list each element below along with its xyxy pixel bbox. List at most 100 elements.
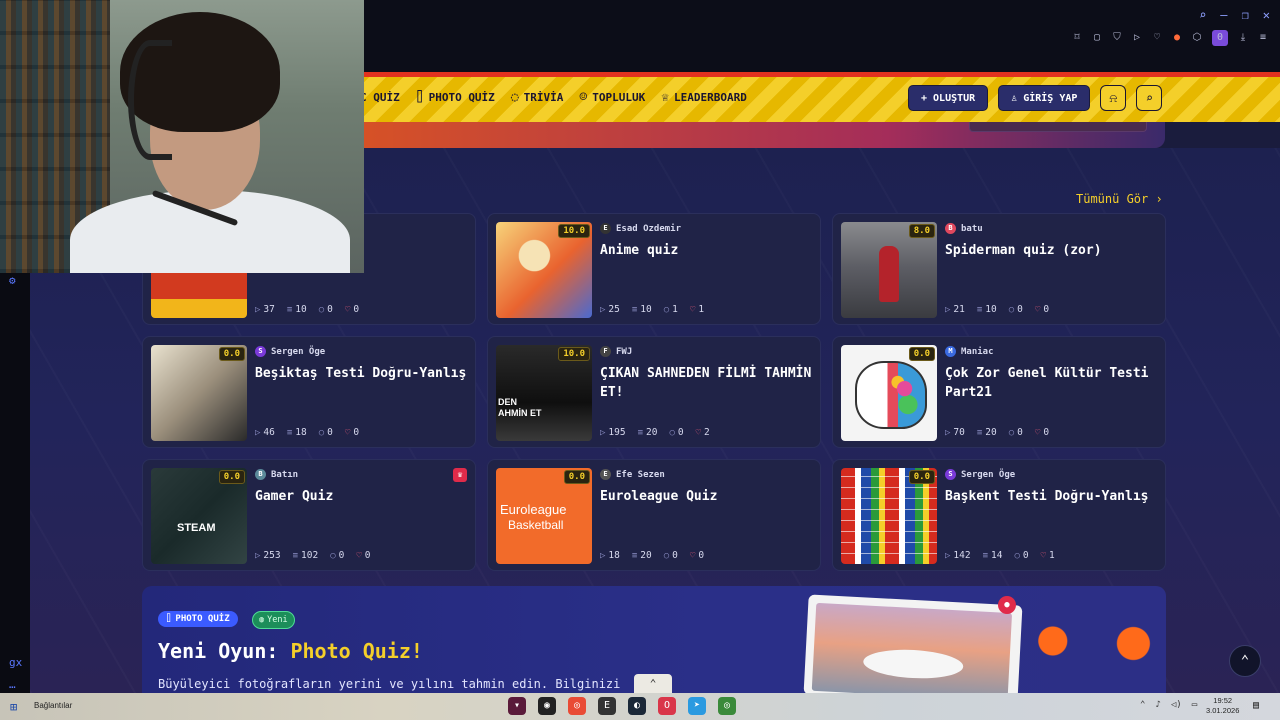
stat-value: 20: [985, 427, 997, 438]
quiz-title[interactable]: Başkent Testi Doğru-Yanlış: [945, 487, 1160, 506]
quiz-title[interactable]: Euroleague Quiz: [600, 487, 815, 506]
opera-gx-icon[interactable]: ◉: [538, 697, 556, 715]
quiz-author[interactable]: M Maniac: [945, 346, 994, 357]
chevron-up-icon[interactable]: ⌃: [1140, 700, 1145, 710]
notifications-button[interactable]: ⍾: [1100, 85, 1127, 111]
chat-icon: ◌: [510, 90, 519, 105]
heart-icon: ♡: [695, 427, 702, 438]
stat-value: 102: [301, 550, 319, 561]
quiz-thumbnail: 0.0 Euroleague Basketball: [496, 468, 592, 564]
stat-value: 0: [1043, 427, 1050, 438]
stat-likes: ♡ 0: [690, 550, 704, 561]
stat-comments: ○ 0: [664, 550, 678, 561]
nav-link-label: PHOTO QUİZ: [428, 91, 495, 104]
network-icon[interactable]: ▭: [1192, 700, 1197, 710]
chrome-alt-icon[interactable]: ◎: [718, 697, 736, 715]
nav-link-photo-quiz[interactable]: ⌷ PHOTO QUİZ: [416, 90, 495, 105]
stat-value: 0: [327, 304, 333, 315]
heart-icon[interactable]: ♡: [1152, 33, 1162, 43]
stat-plays: ▷ 70: [945, 427, 965, 438]
clock[interactable]: 19:52 3.01.2026: [1206, 696, 1239, 716]
microphone-icon[interactable]: ♪: [1155, 700, 1160, 710]
stat-value: 0: [1043, 304, 1050, 315]
chrome-icon[interactable]: ◎: [568, 697, 586, 715]
shield-icon[interactable]: ⛉: [1112, 33, 1122, 43]
nav-link-trivia[interactable]: ◌ TRİVİA: [511, 90, 564, 105]
stat-plays: ▷ 25: [600, 304, 620, 315]
quiz-author[interactable]: E Esad Ozdemir: [600, 223, 681, 234]
nav-link-community[interactable]: ☺ TOPLULUK: [579, 90, 645, 105]
comment-icon: ○: [330, 550, 336, 561]
login-button[interactable]: ♙ GİRİŞ YAP: [998, 85, 1091, 111]
gx-icon[interactable]: gx: [9, 656, 22, 669]
stat-value: 0: [327, 427, 333, 438]
download-icon[interactable]: ⤓: [1238, 33, 1248, 43]
basketball-logo-text: Basketball: [508, 518, 564, 532]
bookmark-icon[interactable]: ⌑: [1072, 33, 1082, 43]
nav-link-quiz[interactable]: C QUİZ: [360, 91, 400, 104]
quiz-author[interactable]: B Batın: [255, 469, 298, 480]
quiz-card[interactable]: 10.0 E Esad Ozdemir Anime quiz ▷ 25 ≡ 10 ○ 1 ♡ 1: [487, 213, 821, 325]
quiz-card[interactable]: 0.0 Euroleague Basketball E Efe Sezen Eurolea…: [487, 459, 821, 571]
quiz-author[interactable]: S Sergen Öge: [945, 469, 1015, 480]
author-name: Maniac: [961, 346, 994, 357]
quiz-author[interactable]: Bbatu: [945, 223, 983, 234]
settings-icon[interactable]: ⚙: [9, 274, 16, 287]
app-icon[interactable]: ▾: [508, 697, 526, 715]
quiz-card[interactable]: 10.0 DEN AHMİN ET F FWJ ÇIKAN SAHNEDEN FİLMİ…: [487, 336, 821, 448]
avatar: B: [255, 469, 266, 480]
screenshot-icon[interactable]: ▢: [1092, 33, 1102, 43]
stat-questions: ≡ 18: [287, 427, 307, 438]
heart-icon: ♡: [344, 427, 351, 438]
quiz-card[interactable]: 0.0 S Sergen Öge Beşiktaş Testi Doğru-Yanlı…: [142, 336, 476, 448]
stat-value: 37: [263, 304, 275, 315]
stat-value: 1: [672, 304, 678, 315]
stat-value: 0: [364, 550, 371, 561]
quiz-title[interactable]: ÇIKAN SAHNEDEN FİLMİ TAHMİN ET!: [600, 364, 815, 402]
quiz-title[interactable]: Gamer Quiz: [255, 487, 470, 506]
quiz-title[interactable]: Spiderman quiz (zor): [945, 241, 1160, 260]
stat-plays: ▷ 253: [255, 550, 281, 561]
windows-start-icon[interactable]: ⊞: [10, 700, 17, 714]
quiz-card[interactable]: 0.0 M Maniac Çok Zor Genel Kültür Testi Par…: [832, 336, 1166, 448]
more-icon[interactable]: …: [9, 678, 16, 691]
quiz-card[interactable]: 8.0 Bbatu Spiderman quiz (zor) ▷ 21 ≡ 10 ○ 0 ♡ 0: [832, 213, 1166, 325]
quiz-stats: ▷ 37 ≡ 10 ○ 0 ♡ 0: [255, 304, 359, 315]
telegram-icon[interactable]: ➤: [688, 697, 706, 715]
see-all-link[interactable]: Tümünü Gör ›: [1076, 192, 1163, 206]
search-button[interactable]: ⌕: [1136, 85, 1163, 111]
create-button[interactable]: + OLUŞTUR: [908, 85, 989, 111]
restore-icon[interactable]: ❐: [1242, 8, 1249, 22]
taskbar: ⊞ Bağlantılar ▾ ◉ ◎ E ◐ O ➤ ◎ ⌃ ♪ ◁) ▭ 1…: [0, 693, 1280, 720]
quiz-title[interactable]: Beşiktaş Testi Doğru-Yanlış: [255, 364, 470, 383]
quiz-card[interactable]: 0.0 STEAM B Batın Gamer Quiz ♛ ▷ 253 ≡ 102 ○ 0 ♡ 0: [142, 459, 476, 571]
notification-icon[interactable]: ▤: [1253, 700, 1259, 711]
quiz-author[interactable]: E Efe Sezen: [600, 469, 665, 480]
quiz-author[interactable]: S Sergen Öge: [255, 346, 325, 357]
quiz-title[interactable]: Anime quiz: [600, 241, 815, 260]
extension-icon[interactable]: ●: [1172, 33, 1182, 43]
puzzle-icon[interactable]: ⬡: [1192, 33, 1202, 43]
quiz-title[interactable]: Çok Zor Genel Kültür Testi Part21: [945, 364, 1160, 402]
nav-link-leaderboard[interactable]: ♕ LEADERBOARD: [661, 90, 747, 105]
quiz-card[interactable]: 0.0 S Sergen Öge Başkent Testi Doğru-Yanlış…: [832, 459, 1166, 571]
system-tray: ⌃ ♪ ◁) ▭: [1140, 700, 1197, 710]
volume-icon[interactable]: ◁): [1171, 700, 1182, 710]
epic-games-icon[interactable]: E: [598, 697, 616, 715]
avatar: S: [255, 346, 266, 357]
menu-icon[interactable]: ≡: [1258, 33, 1268, 43]
play-icon[interactable]: ▷: [1132, 33, 1142, 43]
search-icon[interactable]: ⌕: [1199, 8, 1206, 22]
avatar: F: [600, 346, 611, 357]
close-icon[interactable]: ✕: [1263, 8, 1270, 22]
stat-value: 18: [295, 427, 307, 438]
steam-icon[interactable]: ◐: [628, 697, 646, 715]
extension-badge[interactable]: 0: [1212, 30, 1228, 46]
opera-icon[interactable]: O: [658, 697, 676, 715]
quiz-author[interactable]: F FWJ: [600, 346, 632, 357]
scroll-to-top-button[interactable]: ⌃: [1229, 645, 1261, 677]
users-icon: ☺: [579, 90, 588, 105]
taskbar-overflow-button[interactable]: ⌃: [634, 674, 672, 693]
minimize-icon[interactable]: —: [1220, 8, 1227, 22]
stat-plays: ▷ 21: [945, 304, 965, 315]
